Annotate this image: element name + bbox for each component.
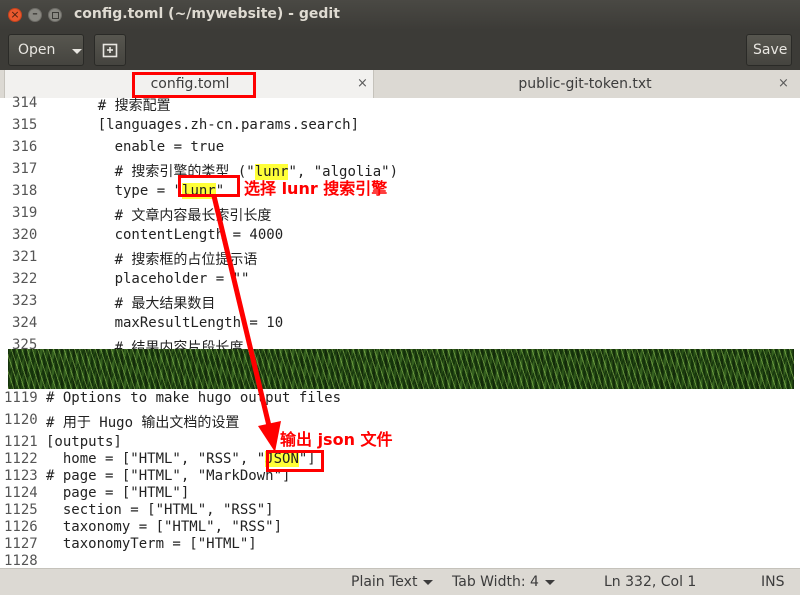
- tab-width-label: Tab Width: 4: [452, 574, 539, 590]
- language-label: Plain Text: [351, 574, 418, 590]
- status-bar: Plain Text Tab Width: 4 Ln 332, Col 1 IN…: [0, 568, 800, 595]
- insert-mode-indicator: INS: [761, 574, 785, 590]
- cursor-position: Ln 332, Col 1: [604, 574, 697, 590]
- chevron-down-icon: [544, 579, 555, 585]
- tab-width-selector[interactable]: Tab Width: 4: [452, 574, 555, 590]
- chevron-down-icon: [423, 579, 434, 585]
- annotation-arrow: [211, 195, 281, 452]
- language-selector[interactable]: Plain Text: [351, 574, 434, 590]
